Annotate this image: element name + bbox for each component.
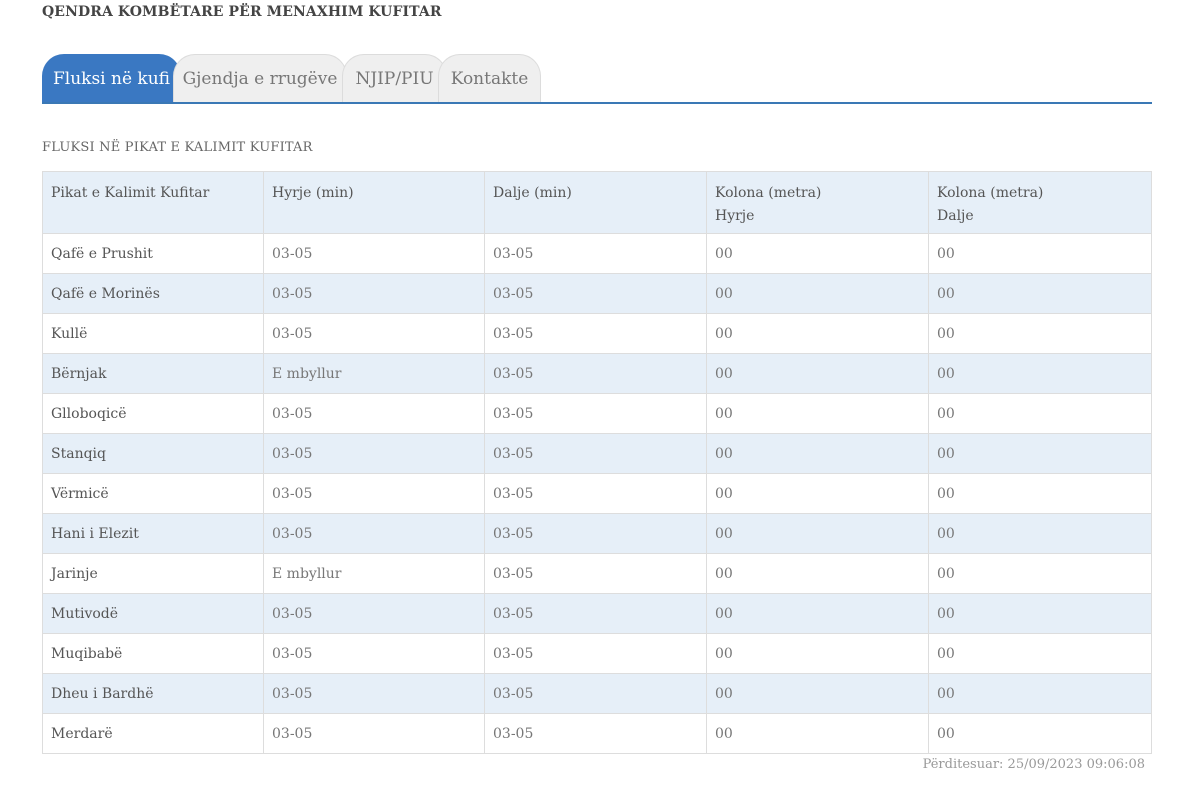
cell-queue-entry: 00 bbox=[706, 233, 929, 274]
cell-crossing-name: Qafë e Prushit bbox=[42, 233, 264, 274]
cell-queue-exit: 00 bbox=[928, 473, 1152, 514]
cell-crossing-name: Muqibabë bbox=[42, 633, 264, 674]
column-header-queue-entry: Kolona (metra) Hyrje bbox=[706, 171, 929, 234]
cell-exit-time: 03-05 bbox=[484, 433, 707, 474]
cell-queue-entry: 00 bbox=[706, 353, 929, 394]
table-row: Stanqiq 03-05 03-05 00 00 bbox=[42, 433, 1152, 474]
cell-queue-entry: 00 bbox=[706, 713, 929, 754]
table-row: Vërmicë 03-05 03-05 00 00 bbox=[42, 473, 1152, 514]
cell-exit-time: 03-05 bbox=[484, 633, 707, 674]
cell-crossing-name: Jarinje bbox=[42, 553, 264, 594]
cell-exit-time: 03-05 bbox=[484, 353, 707, 394]
org-title: QENDRA KOMBËTARE PËR MENAXHIM KUFITAR bbox=[42, 4, 442, 20]
cell-queue-exit: 00 bbox=[928, 553, 1152, 594]
cell-queue-exit: 00 bbox=[928, 273, 1152, 314]
cell-queue-entry: 00 bbox=[706, 393, 929, 434]
table-row: Qafë e Prushit 03-05 03-05 00 00 bbox=[42, 233, 1152, 274]
cell-entry-time: 03-05 bbox=[263, 393, 485, 434]
cell-exit-time: 03-05 bbox=[484, 513, 707, 554]
table-row: Jarinje E mbyllur 03-05 00 00 bbox=[42, 553, 1152, 594]
cell-queue-entry: 00 bbox=[706, 593, 929, 634]
cell-entry-time: 03-05 bbox=[263, 313, 485, 354]
cell-crossing-name: Mutivodë bbox=[42, 593, 264, 634]
cell-queue-exit: 00 bbox=[928, 313, 1152, 354]
cell-queue-entry: 00 bbox=[706, 673, 929, 714]
cell-exit-time: 03-05 bbox=[484, 673, 707, 714]
cell-exit-time: 03-05 bbox=[484, 393, 707, 434]
cell-queue-exit: 00 bbox=[928, 593, 1152, 634]
cell-queue-entry: 00 bbox=[706, 553, 929, 594]
cell-entry-time: 03-05 bbox=[263, 433, 485, 474]
cell-queue-exit: 00 bbox=[928, 393, 1152, 434]
cell-entry-time: 03-05 bbox=[263, 713, 485, 754]
table-row: Bërnjak E mbyllur 03-05 00 00 bbox=[42, 353, 1152, 394]
cell-entry-time: 03-05 bbox=[263, 233, 485, 274]
cell-entry-time: 03-05 bbox=[263, 513, 485, 554]
cell-exit-time: 03-05 bbox=[484, 473, 707, 514]
cell-entry-time: 03-05 bbox=[263, 473, 485, 514]
cell-exit-time: 03-05 bbox=[484, 233, 707, 274]
cell-queue-exit: 00 bbox=[928, 513, 1152, 554]
cell-entry-time: 03-05 bbox=[263, 593, 485, 634]
cell-entry-time: 03-05 bbox=[263, 273, 485, 314]
cell-entry-time: 03-05 bbox=[263, 673, 485, 714]
cell-entry-time: E mbyllur bbox=[263, 553, 485, 594]
tab-kontakte[interactable]: Kontakte bbox=[438, 54, 541, 102]
cell-queue-exit: 00 bbox=[928, 713, 1152, 754]
cell-exit-time: 03-05 bbox=[484, 553, 707, 594]
cell-queue-entry: 00 bbox=[706, 513, 929, 554]
flux-table: Pikat e Kalimit Kufitar Hyrje (min) Dalj… bbox=[42, 171, 1152, 754]
cell-crossing-name: Vërmicë bbox=[42, 473, 264, 514]
table-row: Mutivodë 03-05 03-05 00 00 bbox=[42, 593, 1152, 634]
cell-queue-entry: 00 bbox=[706, 273, 929, 314]
tab-bar: Fluksi në kufi Gjendja e rrugëve NJIP/PI… bbox=[42, 54, 1152, 104]
cell-exit-time: 03-05 bbox=[484, 313, 707, 354]
cell-exit-time: 03-05 bbox=[484, 273, 707, 314]
cell-crossing-name: Hani i Elezit bbox=[42, 513, 264, 554]
cell-queue-exit: 00 bbox=[928, 353, 1152, 394]
cell-exit-time: 03-05 bbox=[484, 713, 707, 754]
cell-queue-exit: 00 bbox=[928, 433, 1152, 474]
column-header-entry: Hyrje (min) bbox=[263, 171, 485, 234]
table-row: Merdarë 03-05 03-05 00 00 bbox=[42, 713, 1152, 754]
cell-exit-time: 03-05 bbox=[484, 593, 707, 634]
cell-queue-exit: 00 bbox=[928, 233, 1152, 274]
cell-crossing-name: Kullë bbox=[42, 313, 264, 354]
section-title: FLUKSI NË PIKAT E KALIMIT KUFITAR bbox=[42, 140, 313, 155]
cell-crossing-name: Dheu i Bardhë bbox=[42, 673, 264, 714]
table-row: Dheu i Bardhë 03-05 03-05 00 00 bbox=[42, 673, 1152, 714]
cell-crossing-name: Bërnjak bbox=[42, 353, 264, 394]
cell-queue-entry: 00 bbox=[706, 313, 929, 354]
tab-gjendja[interactable]: Gjendja e rrugëve bbox=[173, 54, 347, 102]
cell-crossing-name: Merdarë bbox=[42, 713, 264, 754]
cell-crossing-name: Stanqiq bbox=[42, 433, 264, 474]
column-header-queue-exit: Kolona (metra) Dalje bbox=[928, 171, 1152, 234]
table-row: Qafë e Morinës 03-05 03-05 00 00 bbox=[42, 273, 1152, 314]
column-header-crossing: Pikat e Kalimit Kufitar bbox=[42, 171, 264, 234]
cell-entry-time: 03-05 bbox=[263, 633, 485, 674]
tab-njip[interactable]: NJIP/PIU bbox=[342, 54, 447, 102]
cell-queue-exit: 00 bbox=[928, 673, 1152, 714]
table-row: Muqibabë 03-05 03-05 00 00 bbox=[42, 633, 1152, 674]
cell-queue-entry: 00 bbox=[706, 633, 929, 674]
cell-crossing-name: Qafë e Morinës bbox=[42, 273, 264, 314]
column-header-exit: Dalje (min) bbox=[484, 171, 707, 234]
table-row: Kullë 03-05 03-05 00 00 bbox=[42, 313, 1152, 354]
tab-fluksi[interactable]: Fluksi në kufi bbox=[42, 54, 181, 102]
table-row: Hani i Elezit 03-05 03-05 00 00 bbox=[42, 513, 1152, 554]
cell-entry-time: E mbyllur bbox=[263, 353, 485, 394]
table-header-row: Pikat e Kalimit Kufitar Hyrje (min) Dalj… bbox=[42, 171, 1152, 234]
cell-crossing-name: Glloboqicë bbox=[42, 393, 264, 434]
last-updated: Përditesuar: 25/09/2023 09:06:08 bbox=[922, 757, 1145, 772]
cell-queue-entry: 00 bbox=[706, 433, 929, 474]
table-row: Glloboqicë 03-05 03-05 00 00 bbox=[42, 393, 1152, 434]
cell-queue-exit: 00 bbox=[928, 633, 1152, 674]
cell-queue-entry: 00 bbox=[706, 473, 929, 514]
